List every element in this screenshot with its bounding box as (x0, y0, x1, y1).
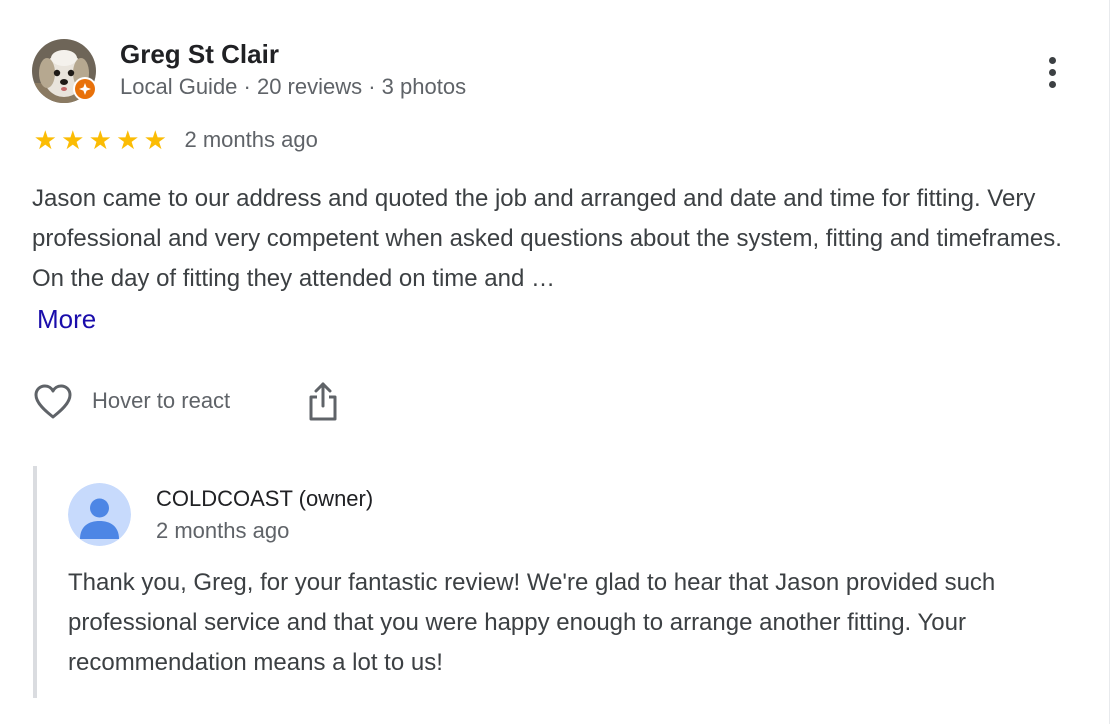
panel-edge (1109, 0, 1110, 724)
rating-row: ★ ★ ★ ★ ★ 2 months ago (32, 126, 318, 154)
review-text: Jason came to our address and quoted the… (32, 185, 1062, 292)
local-guide-badge-icon (73, 77, 97, 101)
share-button[interactable] (306, 380, 340, 424)
react-button[interactable] (32, 382, 74, 422)
reviewer-name[interactable]: Greg St Clair (120, 39, 279, 70)
more-options-button[interactable] (1034, 50, 1070, 94)
star-icon: ★ (61, 125, 85, 155)
owner-response-text: Thank you, Greg, for your fantastic revi… (68, 569, 996, 676)
heart-icon (34, 384, 72, 419)
reviewer-meta[interactable]: Local Guide · 20 reviews · 3 photos (120, 74, 466, 100)
star-rating: ★ ★ ★ ★ ★ (32, 126, 169, 154)
default-user-avatar-icon (68, 483, 131, 546)
owner-response-time: 2 months ago (156, 518, 290, 543)
owner-avatar[interactable] (68, 483, 131, 546)
star-icon: ★ (88, 125, 112, 155)
star-icon: ★ (33, 125, 57, 155)
owner-response-bar (33, 466, 37, 698)
star-icon: ★ (143, 125, 167, 155)
share-icon (309, 382, 337, 421)
more-link[interactable]: More (37, 299, 96, 339)
react-label[interactable]: Hover to react (92, 388, 230, 414)
more-vert-icon (1048, 56, 1056, 64)
review-time: 2 months ago (184, 127, 318, 152)
star-icon: ★ (116, 125, 140, 155)
owner-name: COLDCOAST (owner) (156, 486, 374, 511)
